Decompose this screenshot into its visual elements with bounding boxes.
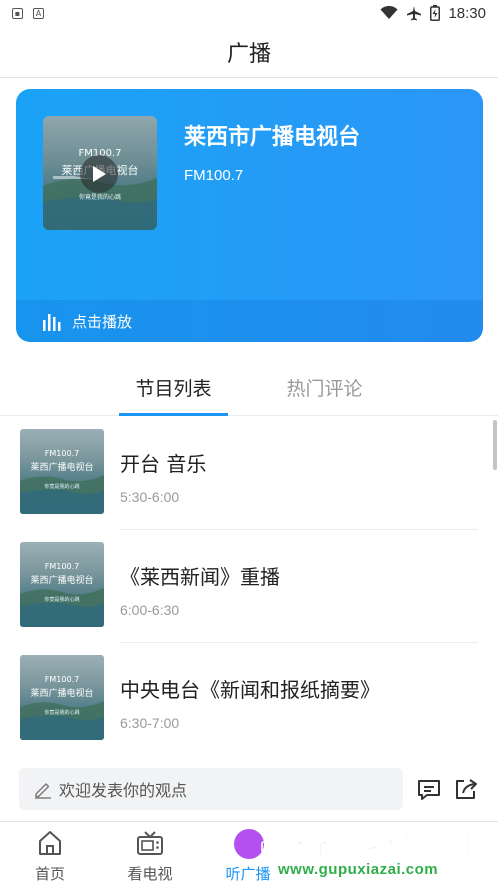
comment-input[interactable]: 欢迎发表你的观点 — [19, 768, 403, 810]
program-title: 开台 音乐 — [120, 452, 207, 476]
comment-icon[interactable] — [416, 777, 442, 803]
station-name: 莱西市广播电视台 — [184, 125, 361, 150]
play-label: 点击播放 — [72, 312, 133, 331]
tab-bar: 节目列表 热门评论 — [0, 358, 498, 416]
program-time: 6:30-7:00 — [120, 715, 180, 731]
program-time: 6:00-6:30 — [120, 602, 180, 618]
home-icon — [39, 831, 61, 855]
nav-home[interactable]: 首页 — [10, 822, 90, 886]
tv-icon — [137, 831, 163, 855]
nav-home-label: 首页 — [34, 865, 65, 883]
active-tab-indicator — [119, 413, 228, 416]
program-item[interactable]: FM100.7 莱西广播电视台 你竟是我的心跳 中央电台《新闻和报纸摘要》 6:… — [0, 643, 498, 756]
play-bar[interactable]: 点击播放 — [16, 300, 483, 342]
watermark-url: www.gupuxiazai.com — [278, 861, 439, 878]
radio-icon — [234, 829, 277, 859]
cover-tagline: 你竟是我的心跳 — [78, 194, 121, 201]
thumb-frequency: FM100.7 — [44, 675, 80, 684]
program-item[interactable]: FM100.7 莱西广播电视台 你竟是我的心跳 开台 音乐 5:30-6:00 — [0, 417, 498, 530]
tab-program-list-label: 节目列表 — [135, 377, 212, 400]
thumb-frequency: FM100.7 — [44, 562, 80, 571]
tab-hot-comments-label: 热门评论 — [286, 377, 363, 400]
battery-icon — [430, 5, 441, 21]
program-title: 《莱西新闻》重播 — [120, 565, 280, 589]
status-bar: ▪ A 18:30 — [0, 0, 498, 26]
thumb-tagline: 你竟是我的心跳 — [44, 484, 80, 490]
station-cover[interactable]: FM100.7 莱西广播电视台 你竟是我的心跳 — [43, 116, 157, 230]
station-frequency: FM100.7 — [184, 167, 244, 184]
thumb-tagline: 你竟是我的心跳 — [44, 597, 80, 603]
equalizer-icon — [43, 314, 61, 331]
program-thumbnail: FM100.7 莱西广播电视台 你竟是我的心跳 — [20, 429, 104, 514]
thumb-station: 莱西广播电视台 — [30, 689, 94, 699]
status-time: 18:30 — [448, 4, 486, 22]
play-button[interactable] — [80, 155, 118, 193]
thumb-station: 莱西广播电视台 — [30, 463, 94, 473]
watermark-brand: 谷普软件园 — [294, 821, 475, 863]
program-list: FM100.7 莱西广播电视台 你竟是我的心跳 开台 音乐 5:30-6:00 … — [0, 417, 498, 757]
nav-tv[interactable]: 看电视 — [110, 822, 190, 886]
watermark: 谷普软件园 www.gupuxiazai.com — [272, 812, 498, 886]
thumb-station: 莱西广播电视台 — [30, 576, 94, 586]
airplane-icon — [407, 6, 422, 21]
station-card: FM100.7 莱西广播电视台 你竟是我的心跳 莱西市广播电视台 FM100.7… — [16, 89, 483, 342]
program-time: 5:30-6:00 — [120, 489, 180, 505]
tab-hot-comments[interactable]: 热门评论 — [270, 358, 379, 416]
notification-icon: ▪ — [12, 7, 23, 19]
play-icon — [93, 166, 106, 182]
program-item[interactable]: FM100.7 莱西广播电视台 你竟是我的心跳 《莱西新闻》重播 6:00-6:… — [0, 530, 498, 643]
list-scrollbar[interactable] — [493, 420, 497, 470]
comment-placeholder: 欢迎发表你的观点 — [59, 781, 188, 800]
page-title: 广播 — [226, 41, 271, 67]
program-title: 中央电台《新闻和报纸摘要》 — [120, 678, 380, 702]
thumb-frequency: FM100.7 — [44, 449, 80, 458]
pencil-icon — [35, 783, 51, 799]
app-a-icon: A — [33, 7, 44, 19]
share-icon[interactable] — [453, 776, 479, 802]
tab-program-list[interactable]: 节目列表 — [119, 358, 228, 416]
nav-tv-label: 看电视 — [127, 865, 173, 883]
thumb-tagline: 你竟是我的心跳 — [44, 710, 80, 716]
page-header: 广播 — [0, 26, 498, 78]
program-thumbnail: FM100.7 莱西广播电视台 你竟是我的心跳 — [20, 655, 104, 740]
program-thumbnail: FM100.7 莱西广播电视台 你竟是我的心跳 — [20, 542, 104, 627]
wifi-icon — [380, 6, 398, 19]
